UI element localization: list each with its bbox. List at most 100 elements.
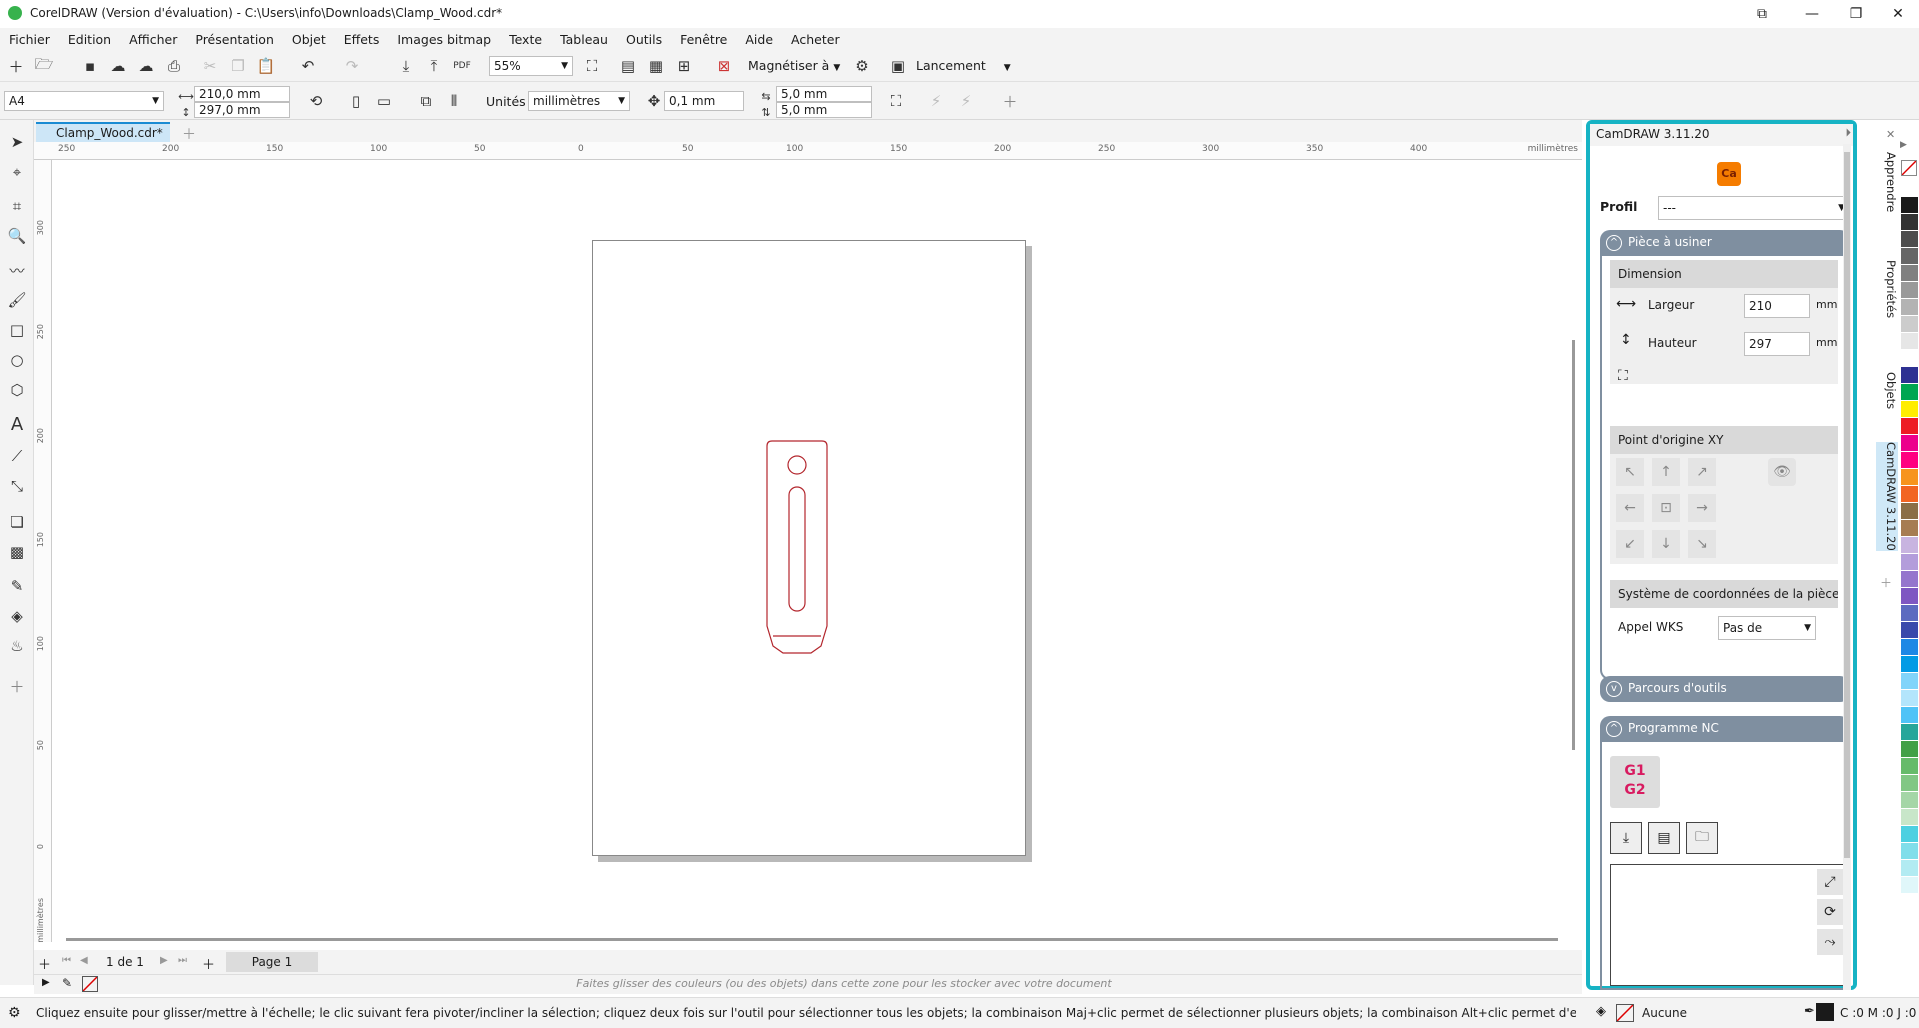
origin-top-left-icon[interactable]: ↖ bbox=[1616, 458, 1644, 486]
menu-item-9[interactable]: Outils bbox=[617, 32, 671, 47]
horizontal-scrollbar[interactable] bbox=[66, 938, 1558, 941]
page-layout-icon[interactable]: ⧉ bbox=[416, 91, 436, 111]
palette-swatch[interactable] bbox=[1901, 792, 1918, 808]
close-button[interactable]: ✕ bbox=[1876, 0, 1919, 28]
show-rulers-icon[interactable]: ▤ bbox=[618, 56, 638, 76]
copy-icon[interactable]: ❐ bbox=[228, 56, 248, 76]
side-tab-camdraw[interactable]: CamDRAW 3.11.20 bbox=[1876, 442, 1898, 551]
collapse-docker-icon[interactable]: ⏵ bbox=[1846, 126, 1852, 140]
height-input[interactable]: 297 bbox=[1744, 332, 1810, 356]
menu-item-3[interactable]: Présentation bbox=[186, 32, 283, 47]
palette-swatch[interactable] bbox=[1901, 384, 1918, 400]
clamp-drawing[interactable] bbox=[593, 241, 1027, 857]
cloud-upload-icon[interactable]: ☁ bbox=[136, 56, 156, 76]
palette-no-color-swatch[interactable] bbox=[1901, 160, 1917, 176]
fit-to-page-icon[interactable]: ⛶ bbox=[1618, 368, 1628, 384]
shadow-tool-icon[interactable]: ❏ bbox=[7, 512, 27, 532]
palette-swatch[interactable] bbox=[1901, 350, 1918, 366]
palette-swatch[interactable] bbox=[1901, 282, 1918, 298]
origin-right-icon[interactable]: → bbox=[1688, 494, 1716, 522]
fill-tool-icon[interactable]: ◈ bbox=[7, 606, 27, 626]
a4-page[interactable] bbox=[592, 240, 1026, 856]
workpiece-section-header[interactable]: ^ Pièce à usiner bbox=[1600, 230, 1850, 256]
units-select[interactable]: millimètres ▼ bbox=[528, 91, 630, 111]
gcode-button[interactable]: G1 G2 bbox=[1610, 756, 1660, 808]
zoom-tool-icon[interactable]: 🔍 bbox=[7, 226, 27, 246]
palette-swatch[interactable] bbox=[1901, 214, 1918, 230]
origin-top-icon[interactable]: ↑ bbox=[1652, 458, 1680, 486]
fit-frame-icon[interactable]: ⛶ bbox=[886, 91, 906, 111]
menu-item-10[interactable]: Fenêtre bbox=[671, 32, 736, 47]
shape-tool-icon[interactable]: ⌖ bbox=[7, 162, 27, 182]
new-document-icon[interactable]: ＋ bbox=[6, 56, 26, 76]
nc-program-section-header[interactable]: ^ Programme NC bbox=[1600, 716, 1850, 742]
document-tab[interactable]: Clamp_Wood.cdr* bbox=[36, 122, 170, 142]
palette-swatch[interactable] bbox=[1901, 588, 1918, 604]
palette-swatch[interactable] bbox=[1901, 656, 1918, 672]
palette-swatch[interactable] bbox=[1901, 554, 1918, 570]
palette-swatch[interactable] bbox=[1901, 435, 1918, 451]
save-gcode-icon[interactable]: ⤓ bbox=[1610, 822, 1642, 854]
palette-swatch[interactable] bbox=[1901, 673, 1918, 689]
palette-swatch[interactable] bbox=[1901, 571, 1918, 587]
palette-swatch[interactable] bbox=[1901, 503, 1918, 519]
wks-select[interactable]: Pas de ▼ bbox=[1718, 616, 1816, 640]
origin-top-right-icon[interactable]: ↗ bbox=[1688, 458, 1716, 486]
palette-swatch[interactable] bbox=[1901, 452, 1918, 468]
add-page-after-icon[interactable]: ＋ bbox=[202, 954, 215, 973]
menu-item-12[interactable]: Acheter bbox=[782, 32, 849, 47]
preview-eye-icon[interactable]: 👁 bbox=[1768, 458, 1796, 486]
snap-to-dropdown[interactable]: Magnétiser à ▼ bbox=[748, 58, 840, 73]
dimension-tool-icon[interactable]: ⟋ bbox=[7, 446, 27, 466]
menu-item-1[interactable]: Edition bbox=[59, 32, 120, 47]
page-size-select[interactable]: A4 ▼ bbox=[4, 91, 164, 111]
show-grid-icon[interactable]: ▦ bbox=[646, 56, 666, 76]
path-icon[interactable]: ⤳ bbox=[1817, 929, 1843, 955]
palette-swatch[interactable] bbox=[1901, 758, 1918, 774]
show-guidelines-icon[interactable]: ⊞ bbox=[674, 56, 694, 76]
nc-output-area[interactable]: ⤢ ⟳ ⤳ bbox=[1610, 864, 1846, 986]
connector-tool-icon[interactable]: ⤡ bbox=[7, 476, 27, 496]
export-icon[interactable]: ⤒ bbox=[424, 56, 444, 76]
palette-swatch[interactable] bbox=[1901, 469, 1918, 485]
add-page-before-icon[interactable]: ＋ bbox=[38, 954, 51, 973]
open-folder-icon[interactable]: 🗁 bbox=[34, 55, 54, 76]
menu-item-11[interactable]: Aide bbox=[736, 32, 782, 47]
palette-swatch[interactable] bbox=[1901, 248, 1918, 264]
outline-swatch[interactable] bbox=[1816, 1003, 1834, 1021]
duplicate-y-field[interactable]: 5,0 mm bbox=[776, 102, 872, 118]
pick-tool-icon[interactable]: ➤ bbox=[7, 132, 27, 152]
transparency-tool-icon[interactable]: ▩ bbox=[7, 542, 27, 562]
freehand-tool-icon[interactable]: 〰 bbox=[7, 260, 27, 280]
palette-swatch[interactable] bbox=[1901, 843, 1918, 859]
palette-swatch[interactable] bbox=[1901, 316, 1918, 332]
pdf-export-icon[interactable]: PDF bbox=[452, 56, 472, 76]
smart-fill-icon[interactable]: ♨ bbox=[7, 636, 27, 656]
palette-swatch[interactable] bbox=[1901, 333, 1918, 349]
nudge-distance-field[interactable]: 0,1 mm bbox=[664, 91, 744, 111]
save-icon[interactable]: ▪ bbox=[80, 56, 100, 76]
profile-select[interactable]: --- ▼ bbox=[1658, 196, 1850, 220]
palette-swatch[interactable] bbox=[1901, 197, 1918, 213]
launch-dropdown[interactable]: Lancement ▼ bbox=[916, 58, 1011, 73]
last-page-icon[interactable]: ⏭ bbox=[178, 955, 187, 966]
paste-icon[interactable]: 📋 bbox=[256, 56, 276, 76]
launch-icon[interactable]: ▣ bbox=[888, 56, 908, 76]
side-tab-learn[interactable]: Apprendre bbox=[1876, 152, 1898, 212]
page-tab[interactable]: Page 1 bbox=[226, 952, 318, 972]
maximize-button[interactable]: ❐ bbox=[1834, 0, 1878, 28]
palette-swatch[interactable] bbox=[1901, 537, 1918, 553]
full-screen-icon[interactable]: ⛶ bbox=[582, 56, 602, 76]
minimize-button[interactable]: — bbox=[1790, 0, 1834, 28]
palette-swatch[interactable] bbox=[1901, 639, 1918, 655]
import-icon[interactable]: ⤓ bbox=[396, 56, 416, 76]
landscape-icon[interactable]: ▭ bbox=[374, 91, 394, 111]
add-docker-icon[interactable]: ＋ bbox=[1880, 574, 1892, 591]
fill-swatch[interactable] bbox=[1616, 1004, 1634, 1022]
page-height-field[interactable]: 297,0 mm bbox=[194, 102, 290, 118]
crop-tool-icon[interactable]: ⌗ bbox=[7, 196, 27, 216]
menu-item-6[interactable]: Images bitmap bbox=[388, 32, 500, 47]
palette-swatch[interactable] bbox=[1901, 486, 1918, 502]
menu-item-4[interactable]: Objet bbox=[283, 32, 335, 47]
docker-scrollbar[interactable] bbox=[1843, 144, 1851, 990]
